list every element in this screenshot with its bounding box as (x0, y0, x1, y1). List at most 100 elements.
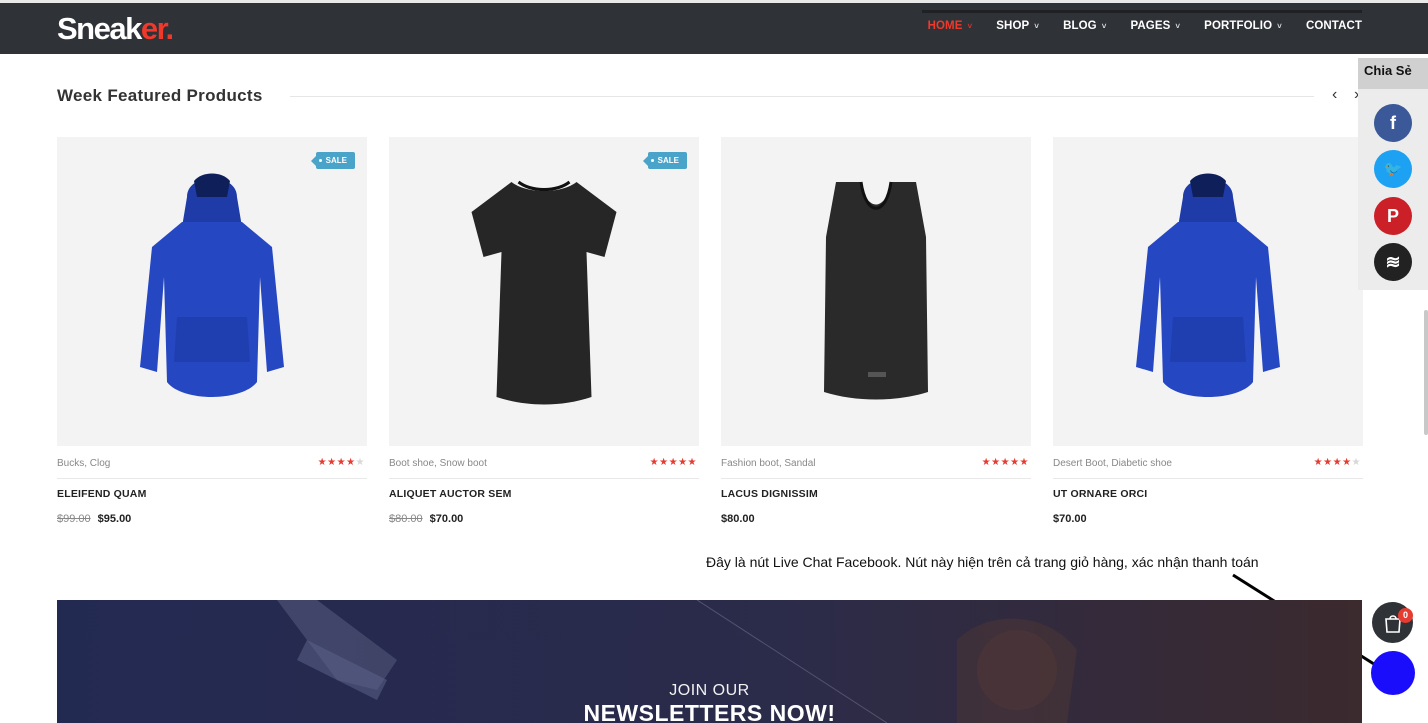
blue-hoodie-image (1128, 167, 1288, 417)
site-logo[interactable]: Sneaker. (57, 11, 174, 47)
facebook-icon: f (1390, 112, 1396, 133)
site-header: Sneaker. HOME ˅ SHOP ˅ BLOG ˅ PAGES ˅ PORTFOLIO ˅… (0, 0, 1428, 54)
product-name[interactable]: ALIQUET AUCTOR SEM (389, 488, 699, 500)
current-price: $95.00 (97, 513, 132, 525)
blue-hoodie-image (132, 167, 292, 417)
nav-item-label: PORTFOLIO (1204, 20, 1273, 32)
star-rating: ★★★★★ (1314, 457, 1361, 468)
annotation-text: Đây là nút Live Chat Facebook. Nút này h… (706, 554, 1259, 570)
page-scrollbar[interactable] (1424, 310, 1428, 435)
header-top-edge (0, 0, 1428, 3)
facebook-live-chat-button[interactable] (1371, 651, 1415, 695)
cart-button[interactable]: 0 (1372, 602, 1413, 643)
section-divider (290, 96, 1314, 97)
nav-item-shop[interactable]: SHOP ˅ (996, 20, 1039, 32)
black-tshirt-image (467, 172, 622, 412)
product-name[interactable]: UT ORNARE ORCI (1053, 488, 1363, 500)
newsletter-subtitle: JOIN OUR (669, 682, 750, 699)
share-title: Chia Sẻ (1358, 58, 1428, 89)
nav-item-label: PAGES (1130, 20, 1171, 32)
product-meta: Bucks, Clog ★★★★★ (57, 446, 367, 479)
buffer-share-button[interactable]: ≋ (1374, 243, 1412, 281)
product-meta: Desert Boot, Diabetic shoe ★★★★★ (1053, 446, 1363, 479)
product-image[interactable] (1053, 137, 1363, 446)
star-icon: ★ (649, 457, 660, 468)
product-meta: Fashion boot, Sandal ★★★★★ (721, 446, 1031, 479)
product-image[interactable] (721, 137, 1031, 446)
logo-accent: er. (140, 11, 174, 46)
sale-badge: SALE (310, 152, 355, 169)
star-icon: ★ (1010, 457, 1020, 468)
star-icon: ★ (1342, 457, 1352, 468)
nav-item-home[interactable]: HOME ˅ (928, 20, 973, 32)
star-icon: ★ (1323, 457, 1333, 468)
star-rating: ★★★★★ (982, 457, 1029, 468)
sale-badge-label: SALE (657, 156, 679, 165)
chevron-down-icon: ˅ (1175, 21, 1181, 31)
chevron-down-icon: ˅ (1101, 21, 1107, 31)
chevron-down-icon: ˅ (1277, 21, 1282, 31)
nav-item-pages[interactable]: PAGES ˅ (1130, 20, 1180, 32)
star-icon: ★ (1313, 457, 1324, 468)
current-price: $70.00 (429, 513, 464, 525)
product-image[interactable]: SALE (57, 137, 367, 446)
current-price: $70.00 (1053, 513, 1087, 525)
cart-count-badge: 0 (1398, 608, 1413, 623)
product-categories[interactable]: Fashion boot, Sandal (721, 458, 816, 469)
nav-item-blog[interactable]: BLOG ˅ (1063, 20, 1106, 32)
nav-item-portfolio[interactable]: PORTFOLIO ˅ (1204, 20, 1282, 32)
star-icon: ★ (1351, 457, 1361, 468)
product-prices: $70.00 (1053, 513, 1363, 525)
current-price: $80.00 (721, 513, 755, 525)
star-icon: ★ (687, 457, 697, 468)
pinterest-icon: P (1386, 205, 1399, 226)
star-icon: ★ (355, 457, 365, 468)
star-icon: ★ (981, 457, 992, 468)
newsletter-title: NEWSLETTERS NOW! (583, 700, 836, 723)
share-sidebar: Chia Sẻ f 🐦 P ≋ (1358, 58, 1428, 290)
nav-item-label: SHOP (996, 20, 1030, 32)
star-icon: ★ (336, 457, 347, 468)
chevron-down-icon: ˅ (967, 21, 973, 31)
star-rating: ★★★★★ (318, 457, 365, 468)
product-meta: Boot shoe, Snow boot ★★★★★ (389, 446, 699, 479)
twitter-icon: 🐦 (1383, 161, 1403, 178)
product-card[interactable]: Fashion boot, Sandal ★★★★★ LACUS DIGNISSIM… (721, 137, 1031, 525)
product-prices: $80.00 $70.00 (389, 513, 699, 525)
star-icon: ★ (659, 457, 669, 468)
old-price: $80.00 (389, 513, 423, 525)
product-prices: $99.00 $95.00 (57, 513, 367, 525)
sale-badge-label: SALE (325, 156, 347, 165)
product-name[interactable]: ELEIFEND QUAM (57, 488, 367, 500)
twitter-share-button[interactable]: 🐦 (1374, 150, 1412, 188)
nav-item-label: HOME (927, 20, 963, 32)
newsletter-banner: JOIN OUR NEWSLETTERS NOW! (57, 600, 1362, 723)
black-tank-image (816, 177, 936, 407)
product-name[interactable]: LACUS DIGNISSIM (721, 488, 1031, 500)
carousel-prev-icon[interactable]: ‹ (1332, 86, 1337, 104)
product-card[interactable]: Desert Boot, Diabetic shoe ★★★★★ UT ORNARE… (1053, 137, 1363, 525)
product-categories[interactable]: Boot shoe, Snow boot (389, 458, 487, 469)
sale-badge: SALE (642, 152, 687, 169)
pinterest-share-button[interactable]: P (1374, 197, 1412, 235)
star-icon: ★ (1000, 457, 1011, 468)
product-categories[interactable]: Bucks, Clog (57, 458, 110, 469)
logo-main: Sneak (57, 11, 142, 46)
section-title: Week Featured Products (57, 86, 263, 105)
star-icon: ★ (991, 457, 1001, 468)
product-card[interactable]: SALE Bucks, Clog ★★★★★ ELEIFEND QUAM $99.00 $… (57, 137, 367, 525)
buffer-icon: ≋ (1385, 251, 1401, 272)
product-categories[interactable]: Desert Boot, Diabetic shoe (1053, 458, 1172, 469)
product-card[interactable]: SALE Boot shoe, Snow boot ★★★★★ ALIQUET AUC… (389, 137, 699, 525)
star-icon: ★ (1019, 457, 1029, 468)
star-icon: ★ (668, 457, 679, 468)
nav-item-label: BLOG (1063, 20, 1097, 32)
facebook-share-button[interactable]: f (1374, 104, 1412, 142)
star-icon: ★ (317, 457, 328, 468)
product-prices: $80.00 (721, 513, 1031, 525)
nav-item-contact[interactable]: CONTACT (1306, 20, 1362, 32)
product-image[interactable]: SALE (389, 137, 699, 446)
star-icon: ★ (346, 457, 356, 468)
star-icon: ★ (327, 457, 337, 468)
old-price: $99.00 (57, 513, 91, 525)
